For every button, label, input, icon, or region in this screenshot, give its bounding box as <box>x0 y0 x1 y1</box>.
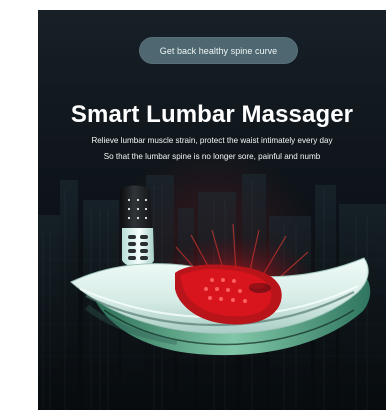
page: Get back healthy spine curve Smart Lumba… <box>0 0 386 412</box>
promo-banner: Get back healthy spine curve Smart Lumba… <box>38 10 386 410</box>
remote-control-icon <box>120 185 159 277</box>
massager-device-icon <box>70 257 371 356</box>
product-illustration <box>70 185 371 357</box>
